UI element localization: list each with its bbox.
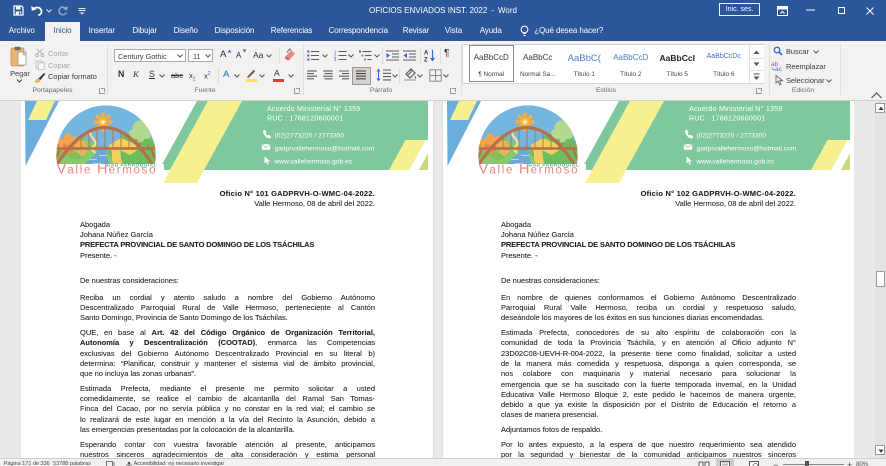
svg-text:A: A: [424, 51, 429, 57]
svg-text:3: 3: [334, 57, 337, 61]
svg-text:Z: Z: [424, 58, 428, 63]
svg-text:ac: ac: [775, 66, 783, 71]
